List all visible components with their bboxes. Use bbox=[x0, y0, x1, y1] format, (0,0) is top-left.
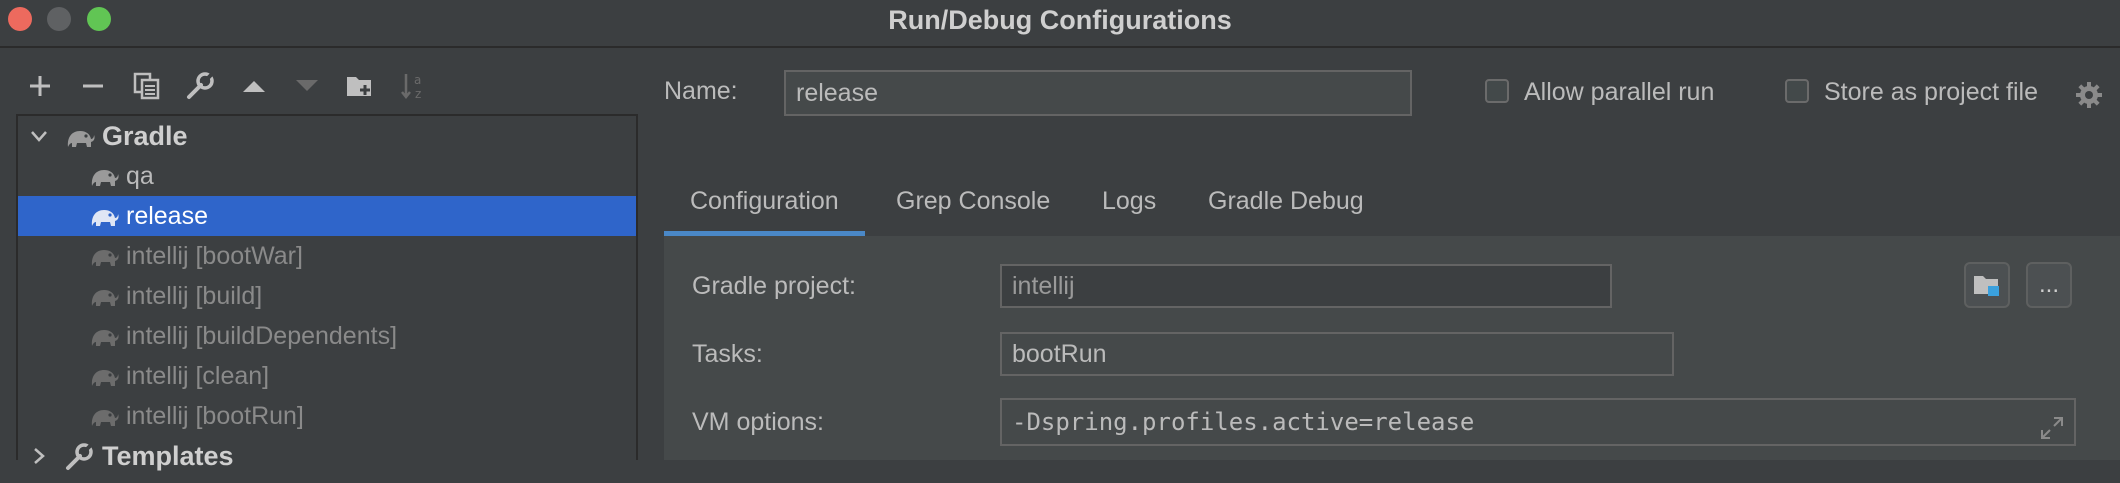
allow-parallel-run-checkbox[interactable] bbox=[1485, 79, 1509, 103]
add-icon[interactable] bbox=[20, 66, 60, 106]
config-tabs: Configuration Grep Console Logs Gradle D… bbox=[664, 182, 2120, 237]
sort-icon[interactable]: az bbox=[394, 66, 434, 106]
tree-item-intellij-builddependents[interactable]: intellij [buildDependents] bbox=[18, 316, 636, 356]
gradle-elephant-icon bbox=[88, 202, 120, 230]
tab-gradle-debug[interactable]: Gradle Debug bbox=[1208, 182, 1364, 236]
allow-parallel-run-label: Allow parallel run bbox=[1524, 78, 1715, 106]
browse-project-button[interactable] bbox=[1964, 262, 2010, 308]
tree-item-release[interactable]: release bbox=[18, 196, 636, 236]
tab-grep-console[interactable]: Grep Console bbox=[896, 182, 1050, 236]
gradle-elephant-icon bbox=[88, 322, 120, 350]
gradle-project-field[interactable]: intellij bbox=[1000, 264, 1612, 308]
wrench-icon bbox=[64, 442, 96, 470]
svg-text:z: z bbox=[415, 87, 421, 101]
tasks-label: Tasks: bbox=[692, 340, 763, 368]
tree-group-label: Templates bbox=[102, 441, 234, 471]
new-folder-icon[interactable] bbox=[340, 66, 380, 106]
gear-icon[interactable] bbox=[2074, 80, 2104, 110]
tree-item-label: intellij [bootWar] bbox=[126, 242, 303, 270]
gradle-elephant-icon bbox=[64, 122, 96, 150]
gradle-elephant-icon bbox=[88, 362, 120, 390]
tab-logs[interactable]: Logs bbox=[1102, 182, 1156, 236]
tree-item-intellij-bootwar[interactable]: intellij [bootWar] bbox=[18, 236, 636, 276]
tree-item-label: qa bbox=[126, 162, 154, 190]
vm-options-value: -Dspring.profiles.active=release bbox=[1012, 408, 1475, 436]
tree-group-templates[interactable]: Templates bbox=[18, 436, 636, 476]
tree-group-gradle[interactable]: Gradle bbox=[18, 116, 636, 156]
move-down-icon[interactable] bbox=[287, 66, 327, 106]
tree-item-qa[interactable]: qa bbox=[18, 156, 636, 196]
folder-icon bbox=[1974, 276, 1999, 296]
store-as-project-file-label: Store as project file bbox=[1824, 78, 2038, 106]
chevron-right-icon[interactable] bbox=[24, 436, 54, 476]
more-options-button[interactable]: ... bbox=[2026, 262, 2072, 308]
name-input[interactable]: release bbox=[784, 70, 1412, 116]
gradle-elephant-icon bbox=[88, 402, 120, 430]
tree-item-intellij-build[interactable]: intellij [build] bbox=[18, 276, 636, 316]
gradle-elephant-icon bbox=[88, 282, 120, 310]
title-bar: Run/Debug Configurations bbox=[0, 0, 2120, 48]
gradle-elephant-icon bbox=[88, 162, 120, 190]
wrench-icon[interactable] bbox=[180, 66, 220, 106]
remove-icon[interactable] bbox=[73, 66, 113, 106]
move-up-icon[interactable] bbox=[234, 66, 274, 106]
svg-text:a: a bbox=[414, 73, 421, 87]
window-title: Run/Debug Configurations bbox=[888, 5, 1232, 35]
gradle-project-label: Gradle project: bbox=[692, 272, 856, 300]
store-as-project-file-checkbox[interactable] bbox=[1785, 79, 1809, 103]
expand-icon[interactable] bbox=[2040, 410, 2064, 439]
copy-icon[interactable] bbox=[127, 66, 167, 106]
chevron-down-icon[interactable] bbox=[24, 116, 54, 156]
configuration-form: Gradle project: intellij ... Tasks: boot… bbox=[664, 236, 2120, 460]
tree-item-intellij-clean[interactable]: intellij [clean] bbox=[18, 356, 636, 396]
name-label: Name: bbox=[664, 77, 738, 105]
tree-item-label: intellij [clean] bbox=[126, 362, 270, 390]
gradle-elephant-icon bbox=[88, 242, 120, 270]
vm-options-input[interactable]: -Dspring.profiles.active=release bbox=[1000, 398, 2076, 446]
tree-item-label: intellij [bootRun] bbox=[126, 402, 304, 430]
tree-group-label: Gradle bbox=[102, 121, 188, 151]
tasks-input[interactable]: bootRun bbox=[1000, 332, 1674, 376]
vm-options-label: VM options: bbox=[692, 408, 825, 436]
tab-configuration[interactable]: Configuration bbox=[664, 182, 865, 236]
tree-item-intellij-bootrun[interactable]: intellij [bootRun] bbox=[18, 396, 636, 436]
tree-item-label: release bbox=[126, 202, 208, 230]
tree-item-label: intellij [build] bbox=[126, 282, 263, 310]
tree-item-label: intellij [buildDependents] bbox=[126, 322, 398, 350]
configurations-tree: Gradle qa release intellij [bootWar] int… bbox=[16, 114, 638, 471]
